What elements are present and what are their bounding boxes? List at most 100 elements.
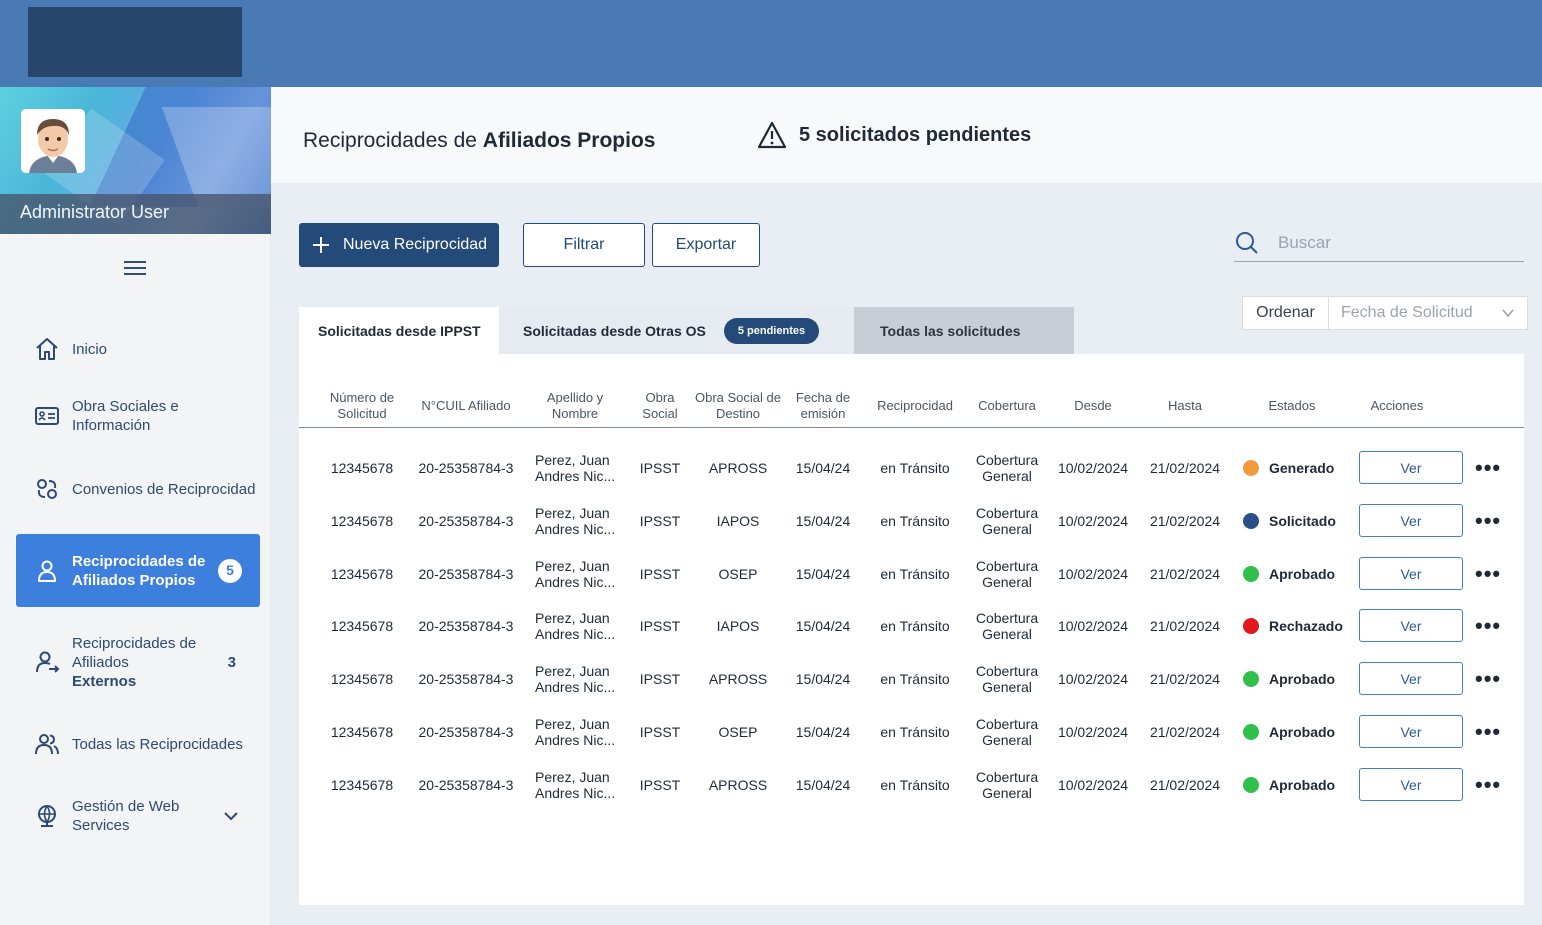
table-panel: Número de Solicitud N°CUIL Afiliado Apelli…	[299, 354, 1524, 905]
cell-num: 12345678	[330, 565, 394, 582]
cell-hasta: 21/02/2024	[1149, 565, 1221, 582]
nav-badge: 5	[218, 558, 242, 583]
page-title: Reciprocidades de Afiliados Propios	[303, 129, 656, 152]
status-label: Rechazado	[1269, 617, 1343, 634]
tab-otras-os[interactable]: Solicitadas desde Otras OS 5 pendientes	[499, 307, 854, 354]
cell-fecha: 15/04/24	[795, 459, 851, 476]
cell-hasta: 21/02/2024	[1149, 617, 1221, 634]
tab-todas[interactable]: Todas las solicitudes	[854, 307, 1074, 354]
cell-recip: en Tránsito	[880, 723, 950, 740]
cell-cuil: 20-25358784-3	[418, 617, 514, 634]
cell-recip: en Tránsito	[880, 776, 950, 793]
more-options-icon[interactable]: •••	[1475, 456, 1501, 478]
view-button[interactable]: Ver	[1359, 609, 1463, 642]
column-header: Hasta	[1168, 398, 1202, 413]
status-badge: Aprobado	[1243, 758, 1359, 811]
view-button[interactable]: Ver	[1359, 715, 1463, 748]
sidebar-item-afiliados-externos[interactable]: Reciprocidades de Afiliados Externos 3	[16, 633, 260, 691]
view-button[interactable]: Ver	[1359, 768, 1463, 801]
tab-label: Todas las solicitudes	[880, 322, 1021, 339]
view-button[interactable]: Ver	[1359, 451, 1463, 484]
cell-destino: APROSS	[708, 670, 768, 687]
sidebar-item-web-services[interactable]: Gestión de Web Services	[16, 797, 260, 835]
menu-icon[interactable]	[124, 259, 146, 277]
cell-cuil: 20-25358784-3	[418, 512, 514, 529]
sidebar-item-obras-sociales[interactable]: Obra Sociales e Información	[16, 397, 260, 435]
cell-hasta: 21/02/2024	[1149, 670, 1221, 687]
actions-cell: Ver •••	[1359, 758, 1509, 811]
sidebar: Administrator User Inicio Obra Sociales …	[0, 87, 271, 925]
new-reciprocity-button[interactable]: Nueva Reciprocidad	[299, 223, 499, 267]
more-options-icon[interactable]: •••	[1475, 562, 1501, 584]
user-name: Administrator User	[20, 202, 170, 222]
more-options-icon[interactable]: •••	[1475, 773, 1501, 795]
cell-nombre: Perez, Juan Andres Nic...	[535, 557, 616, 590]
top-bar	[0, 0, 1542, 87]
status-dot	[1243, 459, 1259, 476]
table-row: 12345678 20-25358784-3 Perez, Juan Andres …	[299, 758, 1524, 811]
nav-count: 3	[227, 653, 236, 671]
view-button[interactable]: Ver	[1359, 662, 1463, 695]
column-header: Apellido y Nombre	[546, 390, 604, 421]
cell-num: 12345678	[330, 459, 394, 476]
more-options-icon[interactable]: •••	[1475, 614, 1501, 636]
column-header: Desde	[1074, 398, 1112, 413]
view-button[interactable]: Ver	[1359, 504, 1463, 537]
handshake-icon	[37, 479, 57, 499]
search-input[interactable]	[1278, 233, 1498, 253]
column-header: Número de Solicitud	[329, 390, 395, 421]
cell-cobertura: Cobertura General	[975, 609, 1039, 642]
sidebar-item-inicio[interactable]: Inicio	[16, 335, 260, 363]
cell-obra: IPSST	[639, 617, 681, 634]
view-button[interactable]: Ver	[1359, 557, 1463, 590]
cell-cobertura: Cobertura General	[975, 557, 1039, 590]
chevron-down-icon[interactable]	[222, 807, 240, 825]
sidebar-item-label: Todas las Reciprocidades	[72, 735, 243, 753]
more-options-icon[interactable]: •••	[1475, 720, 1501, 742]
home-icon	[36, 338, 58, 360]
export-button[interactable]: Exportar	[652, 223, 760, 267]
status-label: Aprobado	[1269, 565, 1336, 582]
pending-pill: 5 pendientes	[723, 317, 820, 344]
more-options-icon[interactable]: •••	[1475, 667, 1501, 689]
cell-nombre: Perez, Juan Andres Nic...	[535, 715, 616, 748]
cell-num: 12345678	[330, 512, 394, 529]
cell-cobertura: Cobertura General	[975, 715, 1039, 748]
sidebar-item-afiliados-propios[interactable]: Reciprocidades de Afiliados Propios 5	[16, 534, 260, 607]
tab-ippst[interactable]: Solicitadas desde IPPST	[299, 307, 499, 354]
search-box	[1234, 225, 1524, 262]
search-icon[interactable]	[1234, 230, 1260, 256]
logo-placeholder	[28, 7, 242, 77]
status-badge: Aprobado	[1243, 652, 1359, 705]
cell-fecha: 15/04/24	[795, 723, 851, 740]
chevron-down-icon	[1502, 309, 1514, 318]
column-header: Fecha de emisión	[795, 390, 851, 421]
sidebar-item-label: Reciprocidades de Afiliados	[72, 634, 197, 671]
tab-label: Solicitadas desde IPPST	[318, 322, 481, 339]
status-badge: Aprobado	[1243, 705, 1359, 758]
cell-fecha: 15/04/24	[795, 565, 851, 582]
cell-recip: en Tránsito	[880, 565, 950, 582]
cell-cobertura: Cobertura General	[975, 662, 1039, 695]
more-options-icon[interactable]: •••	[1475, 509, 1501, 531]
cell-nombre: Perez, Juan Andres Nic...	[535, 609, 616, 642]
sort-value: Fecha de Solicitud	[1341, 304, 1473, 321]
cell-recip: en Tránsito	[880, 670, 950, 687]
avatar	[21, 109, 85, 173]
cell-cuil: 20-25358784-3	[418, 459, 514, 476]
column-header: Estados	[1268, 398, 1316, 413]
tab-label: Solicitadas desde Otras OS	[523, 322, 706, 339]
table-row: 12345678 20-25358784-3 Perez, Juan Andres …	[299, 599, 1524, 652]
sidebar-item-todas[interactable]: Todas las Reciprocidades	[16, 725, 260, 763]
cell-obra: IPSST	[639, 512, 681, 529]
table-row: 12345678 20-25358784-3 Perez, Juan Andres …	[299, 705, 1524, 758]
cell-hasta: 21/02/2024	[1149, 512, 1221, 529]
cell-obra: IPSST	[639, 565, 681, 582]
user-arrow-icon	[36, 651, 60, 673]
filter-button[interactable]: Filtrar	[523, 223, 645, 267]
sidebar-item-label: Inicio	[72, 340, 108, 358]
sidebar-item-convenios[interactable]: Convenios de Reciprocidad	[16, 470, 260, 508]
sort-select[interactable]: Fecha de Solicitud	[1329, 297, 1527, 329]
cell-hasta: 21/02/2024	[1149, 723, 1221, 740]
cell-obra: IPSST	[639, 670, 681, 687]
